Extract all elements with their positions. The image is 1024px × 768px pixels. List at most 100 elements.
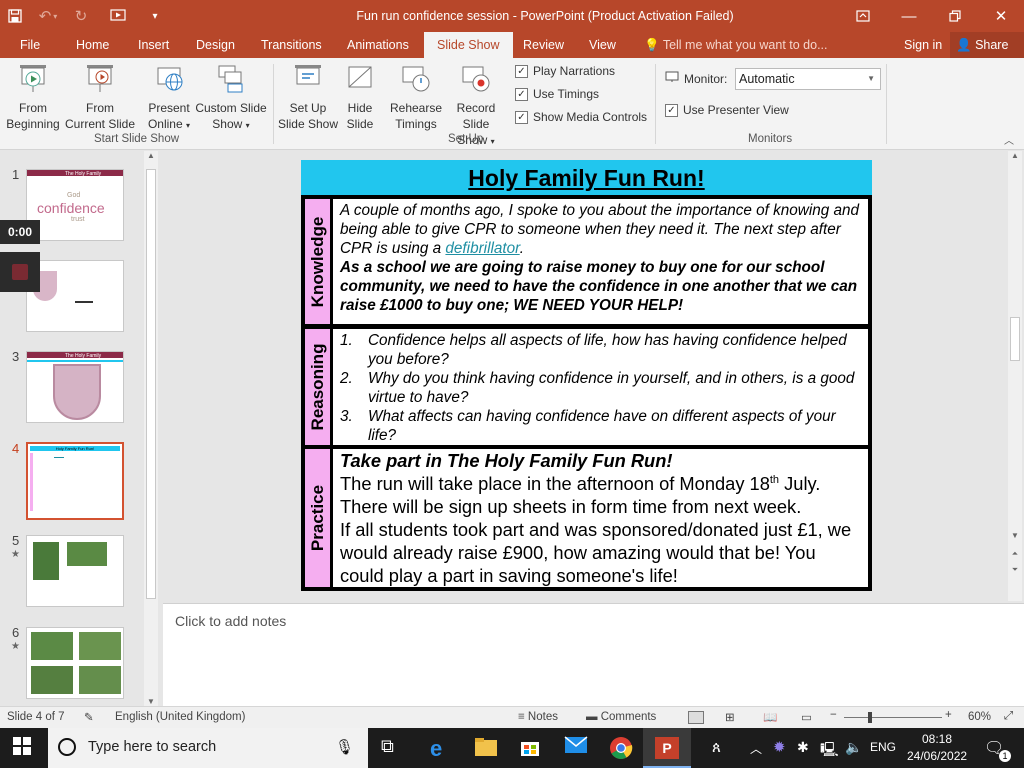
windows-start-icon[interactable]: [12, 736, 36, 760]
slide-thumbnail-4[interactable]: Holy Family Fun Run!: [26, 442, 124, 520]
sign-in-link[interactable]: Sign in: [904, 32, 942, 58]
slide-thumbnail-2[interactable]: [26, 260, 124, 332]
close-icon[interactable]: ✕: [978, 0, 1024, 32]
tab-insert[interactable]: Insert: [138, 32, 169, 58]
tab-review[interactable]: Review: [523, 32, 564, 58]
scroll-thumb[interactable]: [1010, 317, 1020, 361]
tab-animations[interactable]: Animations: [347, 32, 409, 58]
stopwatch-icon: [399, 62, 433, 96]
knowledge-text[interactable]: A couple of months ago, I spoke to you a…: [340, 201, 864, 315]
slide-thumbnail-5[interactable]: [26, 535, 124, 607]
from-current-slide-button[interactable]: From Current Slide: [64, 62, 136, 132]
defibrillator-link[interactable]: defibrillator: [445, 240, 519, 257]
mail-icon[interactable]: [564, 736, 588, 760]
previous-slide-icon[interactable]: ⏶: [1008, 549, 1022, 559]
slide-thumbnail-6[interactable]: [26, 627, 124, 699]
people-icon[interactable]: ጰ: [712, 739, 736, 763]
gear-icon[interactable]: ✹: [773, 738, 797, 762]
practice-text[interactable]: Take part in The Holy Family Fun Run! Th…: [340, 449, 864, 587]
set-up-slide-show-button[interactable]: Set Up Slide Show: [276, 62, 340, 132]
notes-pane[interactable]: Click to add notes: [163, 603, 1024, 706]
slide-sorter-icon[interactable]: ⊞: [725, 710, 735, 724]
scroll-thumb[interactable]: [146, 169, 156, 599]
task-view-icon[interactable]: ⧉: [381, 736, 405, 760]
start-from-beginning-icon[interactable]: [96, 0, 140, 32]
animation-star-icon: ★: [11, 641, 20, 652]
slide[interactable]: Holy Family Fun Run! Knowledge A couple …: [301, 160, 872, 591]
monitor-dropdown[interactable]: Automatic ▼: [735, 68, 881, 90]
stop-recording-button[interactable]: [0, 252, 40, 292]
tab-design[interactable]: Design: [196, 32, 235, 58]
comments-button[interactable]: ▬ Comments: [586, 711, 656, 723]
play-narrations-checkbox[interactable]: ✓ Play Narrations: [515, 64, 615, 78]
from-beginning-button[interactable]: From Beginning: [4, 62, 62, 132]
fit-to-window-icon[interactable]: ⤢: [1004, 710, 1013, 723]
show-hidden-icons-chevron-icon[interactable]: ︿: [750, 740, 774, 764]
input-language-indicator[interactable]: ENG: [870, 740, 896, 754]
collapse-ribbon-icon[interactable]: ︿: [1004, 132, 1014, 147]
globe-icon: [152, 62, 186, 96]
volume-icon[interactable]: 🔈: [845, 739, 869, 763]
undo-icon[interactable]: ↶ ▾: [30, 0, 66, 32]
restore-icon[interactable]: [932, 0, 978, 32]
clock-date[interactable]: 24/06/2022: [907, 749, 967, 763]
notes-button[interactable]: ≡ Notes: [518, 711, 558, 723]
slide-thumbnail-1[interactable]: The Holy Family God confidence trust: [26, 169, 124, 241]
tell-me-search[interactable]: 💡 Tell me what you want to do...: [644, 32, 828, 58]
hide-slide-button[interactable]: Hide Slide: [340, 62, 380, 132]
minimize-icon[interactable]: —: [886, 0, 932, 32]
spelling-check-icon[interactable]: ✎: [84, 710, 94, 724]
setup-icon: [291, 62, 325, 96]
chrome-icon[interactable]: [609, 736, 633, 760]
slide-thumbnail-3[interactable]: The Holy Family: [26, 351, 124, 423]
present-online-button[interactable]: Present Online ▾: [142, 62, 196, 134]
bluetooth-icon[interactable]: ✱: [797, 739, 821, 763]
reading-view-icon[interactable]: 📖: [763, 710, 777, 724]
zoom-level[interactable]: 60%: [968, 711, 991, 723]
next-slide-icon[interactable]: ⏷: [1008, 565, 1022, 575]
use-presenter-view-checkbox[interactable]: ✓ Use Presenter View: [665, 103, 789, 117]
scroll-down-icon[interactable]: ▼: [1008, 531, 1022, 540]
file-explorer-icon[interactable]: [474, 736, 498, 760]
powerpoint-taskbar-button[interactable]: P: [643, 728, 691, 768]
zoom-slider-thumb[interactable]: [868, 712, 872, 723]
zoom-slider[interactable]: [844, 717, 942, 718]
tab-slide-show[interactable]: Slide Show: [424, 32, 513, 58]
zoom-in-icon[interactable]: +: [945, 709, 952, 721]
show-media-controls-checkbox[interactable]: ✓ Show Media Controls: [515, 110, 647, 124]
customize-toolbar-icon[interactable]: ▾: [140, 0, 170, 32]
practice-row: Practice Take part in The Holy Family Fu…: [301, 445, 872, 591]
slide-counter[interactable]: Slide 4 of 7: [7, 711, 65, 723]
slide-title[interactable]: Holy Family Fun Run!: [301, 160, 872, 195]
tab-transitions[interactable]: Transitions: [261, 32, 322, 58]
microphone-icon[interactable]: 🎙: [335, 738, 354, 756]
language-indicator[interactable]: English (United Kingdom): [115, 711, 245, 723]
custom-slide-show-button[interactable]: Custom Slide Show ▾: [194, 62, 268, 134]
clock-time[interactable]: 08:18: [922, 732, 952, 746]
reasoning-list[interactable]: 1. Confidence helps all aspects of life, …: [340, 331, 864, 445]
redo-icon[interactable]: ↻: [66, 0, 96, 32]
rehearse-timings-button[interactable]: Rehearse Timings: [388, 62, 444, 132]
taskbar-search-box[interactable]: Type here to search 🎙: [48, 728, 368, 768]
share-button[interactable]: 👤 Share: [950, 32, 1024, 58]
thumbnail-scrollbar[interactable]: ▲ ▼: [144, 151, 158, 706]
normal-view-icon[interactable]: [688, 711, 704, 724]
zoom-out-icon[interactable]: −: [830, 709, 837, 721]
scroll-up-icon[interactable]: ▲: [1008, 151, 1022, 160]
slide-scrollbar[interactable]: ▲ ▼ ⏶ ⏷: [1008, 151, 1022, 601]
tab-file[interactable]: File: [20, 32, 40, 58]
microsoft-store-icon[interactable]: [519, 736, 543, 760]
slideshow-view-icon[interactable]: ▭: [801, 710, 812, 724]
scroll-down-icon[interactable]: ▼: [144, 697, 158, 706]
ribbon-display-options-icon[interactable]: [840, 0, 886, 32]
record-icon: [459, 62, 493, 96]
tab-home[interactable]: Home: [76, 32, 109, 58]
slide-number: 1: [12, 167, 20, 182]
network-icon[interactable]: 🖳: [820, 739, 844, 763]
scroll-up-icon[interactable]: ▲: [144, 151, 158, 160]
use-timings-checkbox[interactable]: ✓ Use Timings: [515, 87, 599, 101]
tab-view[interactable]: View: [589, 32, 616, 58]
edge-browser-icon[interactable]: e: [430, 736, 454, 761]
save-icon[interactable]: [0, 0, 30, 32]
thumb-text-line: [75, 301, 93, 303]
